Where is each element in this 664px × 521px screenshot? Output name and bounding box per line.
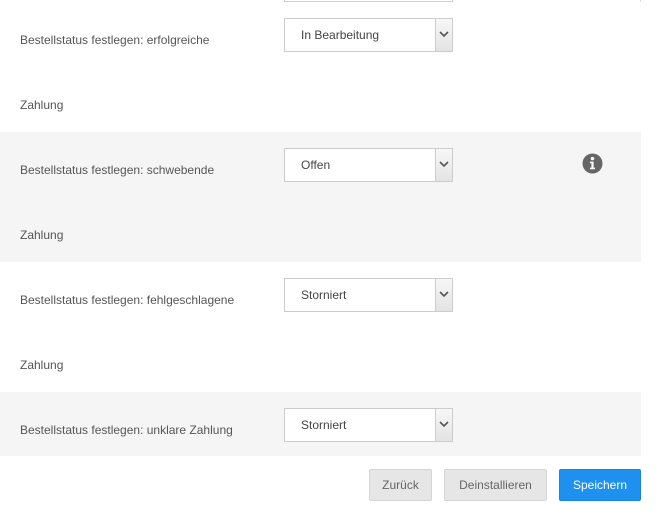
- chevron-down-icon[interactable]: [435, 409, 452, 441]
- chevron-down-icon[interactable]: [435, 149, 452, 181]
- setting-row-unclear-payment: Bestellstatus festlegen: unklare Zahlung…: [0, 392, 641, 456]
- chevron-down-icon[interactable]: [435, 279, 452, 311]
- setting-row-failed-payment: Bestellstatus festlegen: fehlgeschlagene…: [0, 262, 641, 392]
- setting-label-line2: Zahlung: [20, 228, 64, 242]
- chevron-down-icon[interactable]: [435, 19, 452, 51]
- setting-label-line2: Zahlung: [20, 98, 64, 112]
- settings-page: Bestellstatus festlegen: erfolgreiche Za…: [0, 0, 664, 521]
- setting-row-pending-payment: Bestellstatus festlegen: schwebende Zahl…: [0, 132, 641, 262]
- select-value: Offen: [301, 158, 331, 172]
- setting-label-line2: Zahlung: [20, 358, 64, 372]
- save-button[interactable]: Speichern: [559, 469, 641, 501]
- select-value: Storniert: [301, 288, 347, 302]
- setting-label-line1: Bestellstatus festlegen: schwebende: [20, 163, 215, 177]
- info-icon[interactable]: [582, 153, 603, 174]
- setting-label-line1: Bestellstatus festlegen: unklare Zahlung: [20, 423, 233, 437]
- select-value: Storniert: [301, 418, 347, 432]
- order-status-select-success[interactable]: In Bearbeitung: [284, 18, 453, 52]
- action-bar: Zurück Deinstallieren Speichern: [0, 456, 664, 521]
- setting-label-line1: Bestellstatus festlegen: erfolgreiche: [20, 33, 210, 47]
- select-value: In Bearbeitung: [301, 28, 380, 42]
- setting-label-line1: Bestellstatus festlegen: fehlgeschlagene: [20, 293, 235, 307]
- uninstall-button[interactable]: Deinstallieren: [444, 469, 547, 501]
- back-button[interactable]: Zurück: [369, 469, 432, 501]
- order-status-select-pending[interactable]: Offen: [284, 148, 453, 182]
- setting-row-success-payment: Bestellstatus festlegen: erfolgreiche Za…: [0, 2, 641, 132]
- order-status-select-unclear[interactable]: Storniert: [284, 408, 453, 442]
- order-status-select-failed[interactable]: Storniert: [284, 278, 453, 312]
